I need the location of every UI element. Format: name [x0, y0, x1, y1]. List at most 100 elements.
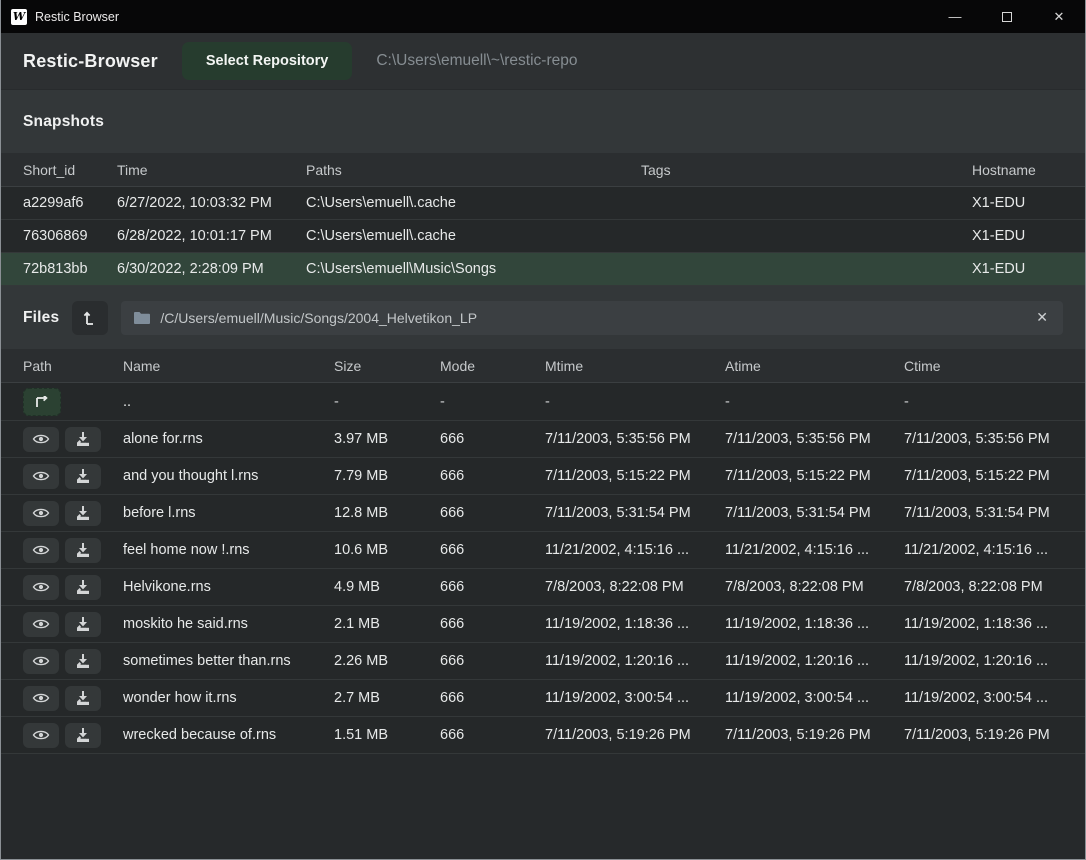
file-mode: 666 [440, 579, 545, 595]
preview-file-button[interactable] [23, 612, 59, 637]
download-file-button[interactable] [65, 686, 101, 711]
download-file-button[interactable] [65, 538, 101, 563]
files-col-name: Name [123, 358, 334, 374]
snapshot-time: 6/30/2022, 2:28:09 PM [117, 261, 306, 277]
snapshot-paths: C:\Users\emuell\.cache [306, 228, 641, 244]
minimize-button[interactable]: — [929, 0, 981, 33]
files-col-path: Path [23, 358, 123, 374]
snapshot-short-id: a2299af6 [23, 195, 117, 211]
file-ctime: 7/11/2003, 5:31:54 PM [904, 505, 1063, 521]
preview-file-button[interactable] [23, 575, 59, 600]
close-button[interactable]: ✕ [1033, 0, 1085, 33]
parent-row-ctime: - [904, 394, 1063, 410]
snapshot-row[interactable]: 72b813bb 6/30/2022, 2:28:09 PM C:\Users\… [1, 253, 1085, 286]
up-directory-icon [83, 310, 97, 326]
parent-row-mtime: - [545, 394, 725, 410]
up-directory-button[interactable] [72, 301, 108, 335]
file-mtime: 7/11/2003, 5:15:22 PM [545, 468, 725, 484]
content-background [1, 754, 1085, 859]
file-row: before l.rns 12.8 MB 666 7/11/2003, 5:31… [1, 495, 1085, 532]
download-icon [76, 691, 90, 705]
file-ctime: 7/11/2003, 5:19:26 PM [904, 727, 1063, 743]
files-table-body: alone for.rns 3.97 MB 666 7/11/2003, 5:3… [1, 421, 1085, 754]
file-mode: 666 [440, 505, 545, 521]
parent-row-mode: - [440, 394, 545, 410]
download-file-button[interactable] [65, 427, 101, 452]
download-icon [76, 543, 90, 557]
files-path-breadcrumb[interactable]: /C/Users/emuell/Music/Songs/2004_Helveti… [121, 301, 1063, 335]
files-title: Files [23, 309, 59, 327]
download-file-button[interactable] [65, 464, 101, 489]
select-repository-button[interactable]: Select Repository [182, 42, 353, 80]
files-col-ctime: Ctime [904, 358, 1063, 374]
folder-icon [134, 311, 150, 324]
parent-row-size: - [334, 394, 440, 410]
file-atime: 7/11/2003, 5:15:22 PM [725, 468, 904, 484]
preview-file-button[interactable] [23, 649, 59, 674]
snapshot-short-id: 76306869 [23, 228, 117, 244]
download-file-button[interactable] [65, 612, 101, 637]
snapshot-hostname: X1-EDU [972, 195, 1063, 211]
file-ctime: 7/11/2003, 5:15:22 PM [904, 468, 1063, 484]
snapshots-section-header: Snapshots [1, 90, 1085, 153]
preview-file-button[interactable] [23, 686, 59, 711]
preview-file-button[interactable] [23, 464, 59, 489]
preview-file-button[interactable] [23, 427, 59, 452]
snapshots-col-tags: Tags [641, 162, 972, 178]
snapshot-row[interactable]: 76306869 6/28/2022, 10:01:17 PM C:\Users… [1, 220, 1085, 253]
download-file-button[interactable] [65, 649, 101, 674]
download-icon [76, 580, 90, 594]
snapshot-time: 6/28/2022, 10:01:17 PM [117, 228, 306, 244]
go-parent-directory-button[interactable] [23, 388, 61, 416]
titlebar: W Restic Browser — ✕ [1, 0, 1085, 33]
file-size: 1.51 MB [334, 727, 440, 743]
snapshot-time: 6/27/2022, 10:03:32 PM [117, 195, 306, 211]
file-name: alone for.rns [123, 431, 334, 447]
file-name: and you thought l.rns [123, 468, 334, 484]
file-atime: 11/19/2002, 3:00:54 ... [725, 690, 904, 706]
parent-directory-icon [34, 396, 50, 408]
preview-file-button[interactable] [23, 538, 59, 563]
file-name: sometimes better than.rns [123, 653, 334, 669]
maximize-icon [1002, 12, 1012, 22]
parent-directory-row[interactable]: .. - - - - - [1, 383, 1085, 421]
app-logo-icon: W [11, 9, 27, 25]
file-mode: 666 [440, 616, 545, 632]
file-mode: 666 [440, 653, 545, 669]
snapshot-row[interactable]: a2299af6 6/27/2022, 10:03:32 PM C:\Users… [1, 187, 1085, 220]
file-ctime: 11/21/2002, 4:15:16 ... [904, 542, 1063, 558]
file-size: 2.26 MB [334, 653, 440, 669]
download-file-button[interactable] [65, 501, 101, 526]
file-size: 7.79 MB [334, 468, 440, 484]
file-size: 12.8 MB [334, 505, 440, 521]
snapshots-col-paths: Paths [306, 162, 641, 178]
preview-file-button[interactable] [23, 501, 59, 526]
toolbar: Restic-Browser Select Repository C:\User… [1, 33, 1085, 90]
file-mode: 666 [440, 690, 545, 706]
file-mtime: 11/19/2002, 1:20:16 ... [545, 653, 725, 669]
file-name: before l.rns [123, 505, 334, 521]
minimize-icon: — [949, 9, 962, 24]
download-icon [76, 506, 90, 520]
download-file-button[interactable] [65, 723, 101, 748]
files-col-mtime: Mtime [545, 358, 725, 374]
clear-path-button[interactable]: ✕ [1034, 309, 1050, 326]
file-mtime: 11/19/2002, 1:18:36 ... [545, 616, 725, 632]
file-atime: 7/11/2003, 5:31:54 PM [725, 505, 904, 521]
eye-icon [32, 433, 50, 445]
file-size: 10.6 MB [334, 542, 440, 558]
parent-row-atime: - [725, 394, 904, 410]
file-mtime: 7/8/2003, 8:22:08 PM [545, 579, 725, 595]
maximize-button[interactable] [981, 0, 1033, 33]
file-mtime: 7/11/2003, 5:35:56 PM [545, 431, 725, 447]
file-ctime: 11/19/2002, 1:18:36 ... [904, 616, 1063, 632]
snapshot-short-id: 72b813bb [23, 261, 117, 277]
preview-file-button[interactable] [23, 723, 59, 748]
files-col-size: Size [334, 358, 440, 374]
file-atime: 11/19/2002, 1:20:16 ... [725, 653, 904, 669]
repository-path: C:\Users\emuell\~\restic-repo [376, 52, 577, 70]
download-file-button[interactable] [65, 575, 101, 600]
files-section-header: Files /C/Users/emuell/Music/Songs/2004_H… [1, 286, 1085, 349]
app-title: Restic-Browser [23, 51, 158, 72]
download-icon [76, 469, 90, 483]
